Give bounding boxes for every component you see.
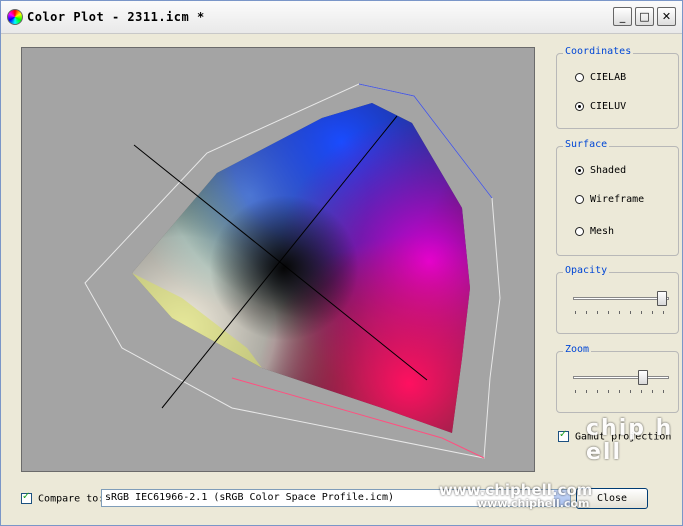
- zoom-group: Zoom: [556, 344, 679, 413]
- minimize-button[interactable]: _: [613, 7, 632, 26]
- gamut-solid: [132, 103, 470, 433]
- surface-legend: Surface: [563, 139, 610, 150]
- compare-to-checkbox[interactable]: Compare to:: [21, 491, 105, 505]
- surface-group: Surface Shaded Wireframe Mesh: [556, 139, 679, 256]
- radio-dot: [575, 101, 584, 111]
- compare-profile-value: sRGB IEC61966-2.1 (sRGB Color Space Prof…: [105, 492, 394, 503]
- compare-to-label: Compare to:: [38, 493, 105, 505]
- zoom-legend: Zoom: [563, 344, 592, 355]
- gamut-projection-check[interactable]: [558, 429, 569, 442]
- window-title: Color Plot - 2311.icm *: [27, 10, 205, 24]
- opacity-group: Opacity: [556, 265, 679, 334]
- maximize-button[interactable]: □: [635, 7, 654, 26]
- radio-dot: [575, 72, 584, 82]
- color-plot-window: Color Plot - 2311.icm * _ □ ✕ Coordinate…: [0, 0, 683, 526]
- watermark-url-small: www.chiphell.com: [477, 497, 590, 510]
- close-window-button[interactable]: ✕: [657, 7, 676, 26]
- gamut-plot-canvas: [84, 83, 501, 459]
- radio-cielab[interactable]: CIELAB: [575, 72, 626, 83]
- title-bar[interactable]: Color Plot - 2311.icm * _ □ ✕: [1, 1, 682, 34]
- opacity-slider-thumb[interactable]: [657, 291, 667, 306]
- radio-wireframe[interactable]: Wireframe: [575, 194, 644, 205]
- radio-dot: [575, 226, 584, 236]
- opacity-slider-track[interactable]: [573, 297, 669, 300]
- watermark-logo: chip hell: [586, 416, 674, 465]
- gamut-3d-plot[interactable]: [21, 47, 535, 472]
- zoom-slider-track[interactable]: [573, 376, 669, 379]
- radio-shaded[interactable]: Shaded: [575, 165, 626, 176]
- coordinates-legend: Coordinates: [563, 46, 634, 57]
- radio-cieluv[interactable]: CIELUV: [575, 101, 626, 112]
- coordinates-group: Coordinates CIELAB CIELUV: [556, 46, 679, 129]
- zoom-slider-ticks: [575, 390, 667, 393]
- zoom-slider-thumb[interactable]: [638, 370, 648, 385]
- compare-to-check[interactable]: [21, 491, 32, 504]
- radio-dot: [575, 165, 584, 175]
- opacity-legend: Opacity: [563, 265, 610, 276]
- opacity-slider-ticks: [575, 311, 667, 314]
- radio-mesh[interactable]: Mesh: [575, 226, 614, 237]
- color-wheel-icon: [7, 9, 23, 25]
- radio-dot: [575, 194, 584, 204]
